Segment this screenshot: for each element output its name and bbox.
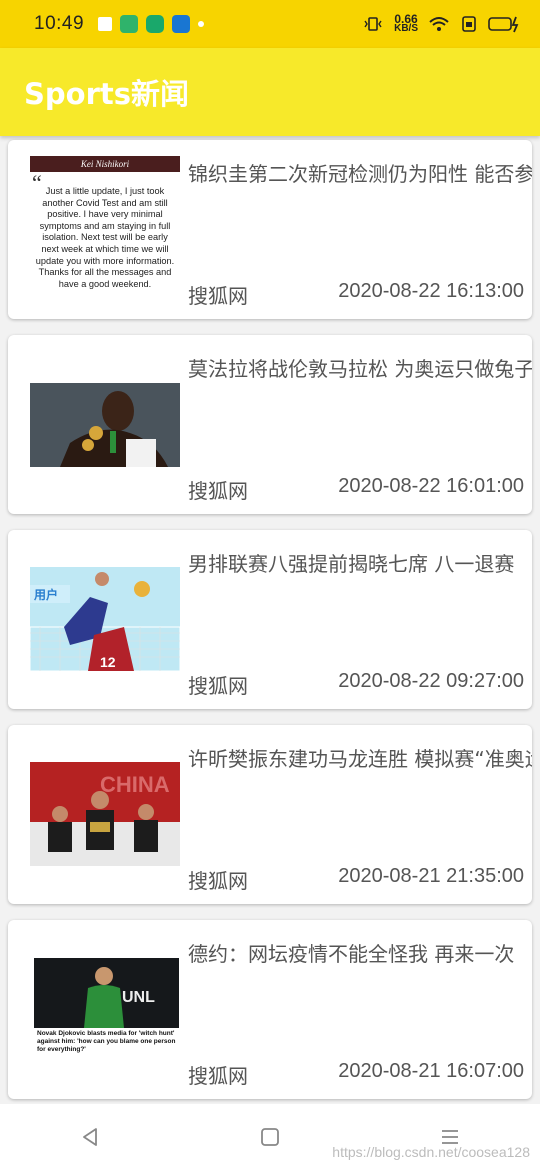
news-thumbnail: 用户 12 [30,567,180,671]
android-icon [172,15,191,33]
runner-photo [30,383,180,467]
shield-icon [120,15,139,33]
news-card[interactable]: 用户 12 男排联赛八强提前揭晓七席 八一退赛 搜狐网 2020-08-22 0… [8,530,532,709]
svg-text:用户: 用户 [33,587,58,602]
news-source: 搜狐网 [188,869,248,893]
table-tennis-photo: CHINA [30,762,180,866]
back-button[interactable] [70,1117,110,1157]
system-nav-bar: https://blog.csdn.net/coosea128 [0,1104,540,1170]
news-title: 许昕樊振东建功马龙连胜 模拟赛“准奥运” [188,747,532,771]
app-title: Sports新闻 [24,77,189,111]
volleyball-photo: 用户 12 [30,567,180,671]
news-time: 2020-08-22 16:01:00 [338,475,524,497]
network-speed: 0.66 KB/S [394,12,418,34]
news-title: 莫法拉将战伦敦马拉松 为奥运只做兔子 [188,357,532,381]
upload-icon [146,15,165,33]
news-time: 2020-08-22 16:13:00 [338,280,524,302]
svg-text:12: 12 [100,654,116,670]
news-thumbnail: UNL Novak Djokovic blasts media for 'wit… [34,958,179,1066]
quote-icon: “ [32,170,42,195]
news-card[interactable]: 莫法拉将战伦敦马拉松 为奥运只做兔子 搜狐网 2020-08-22 16:01:… [8,335,532,514]
news-card[interactable]: UNL Novak Djokovic blasts media for 'wit… [8,920,532,1099]
battery-charging-icon [488,16,519,33]
vibrate-icon [364,17,382,31]
document-icon [98,17,113,31]
news-card[interactable]: Kei Nishikori “ Just a little update, I … [8,140,532,319]
news-time: 2020-08-21 21:35:00 [338,865,524,887]
status-time: 10:49 [34,13,85,34]
home-button[interactable] [250,1117,290,1157]
news-source: 搜狐网 [188,1064,248,1088]
news-thumbnail [30,383,180,467]
news-source: 搜狐网 [188,284,248,308]
news-time: 2020-08-22 09:27:00 [338,670,524,692]
more-notifications-icon [198,21,205,27]
news-title: 德约：网坛疫情不能全怪我 再来一次 [188,942,515,966]
thumbnail-caption: Novak Djokovic blasts media for 'witch h… [37,1030,176,1053]
tennis-photo: UNL [34,958,179,1028]
system-icons: 0.66 KB/S [362,12,522,34]
sim-icon [462,16,476,32]
news-source: 搜狐网 [188,479,248,503]
wifi-icon [429,17,449,31]
app-bar: Sports新闻 [0,48,540,136]
home-icon [261,1128,279,1146]
news-title: 锦织圭第二次新冠检测仍为阳性 能否参加美网成疑 [188,162,532,186]
thumbnail-header: Kei Nishikori [30,156,180,172]
news-card[interactable]: CHINA 许昕樊振东建功马龙连胜 模拟赛“准奥运” 搜狐网 2020-08-2… [8,725,532,904]
watermark: https://blog.csdn.net/coosea128 [332,1144,530,1160]
back-icon [83,1128,97,1146]
status-bar: 10:49 0.66 KB/S [0,0,540,48]
svg-text:UNL: UNL [122,989,155,1006]
svg-text:CHINA: CHINA [100,772,170,797]
news-thumbnail: Kei Nishikori “ Just a little update, I … [30,156,180,306]
notification-icons [98,15,205,33]
news-thumbnail: CHINA [30,762,180,866]
news-time: 2020-08-21 16:07:00 [338,1060,524,1082]
thumbnail-text: Just a little update, I just took anothe… [35,186,175,289]
news-title: 男排联赛八强提前揭晓七席 八一退赛 [188,552,515,576]
news-source: 搜狐网 [188,674,248,698]
